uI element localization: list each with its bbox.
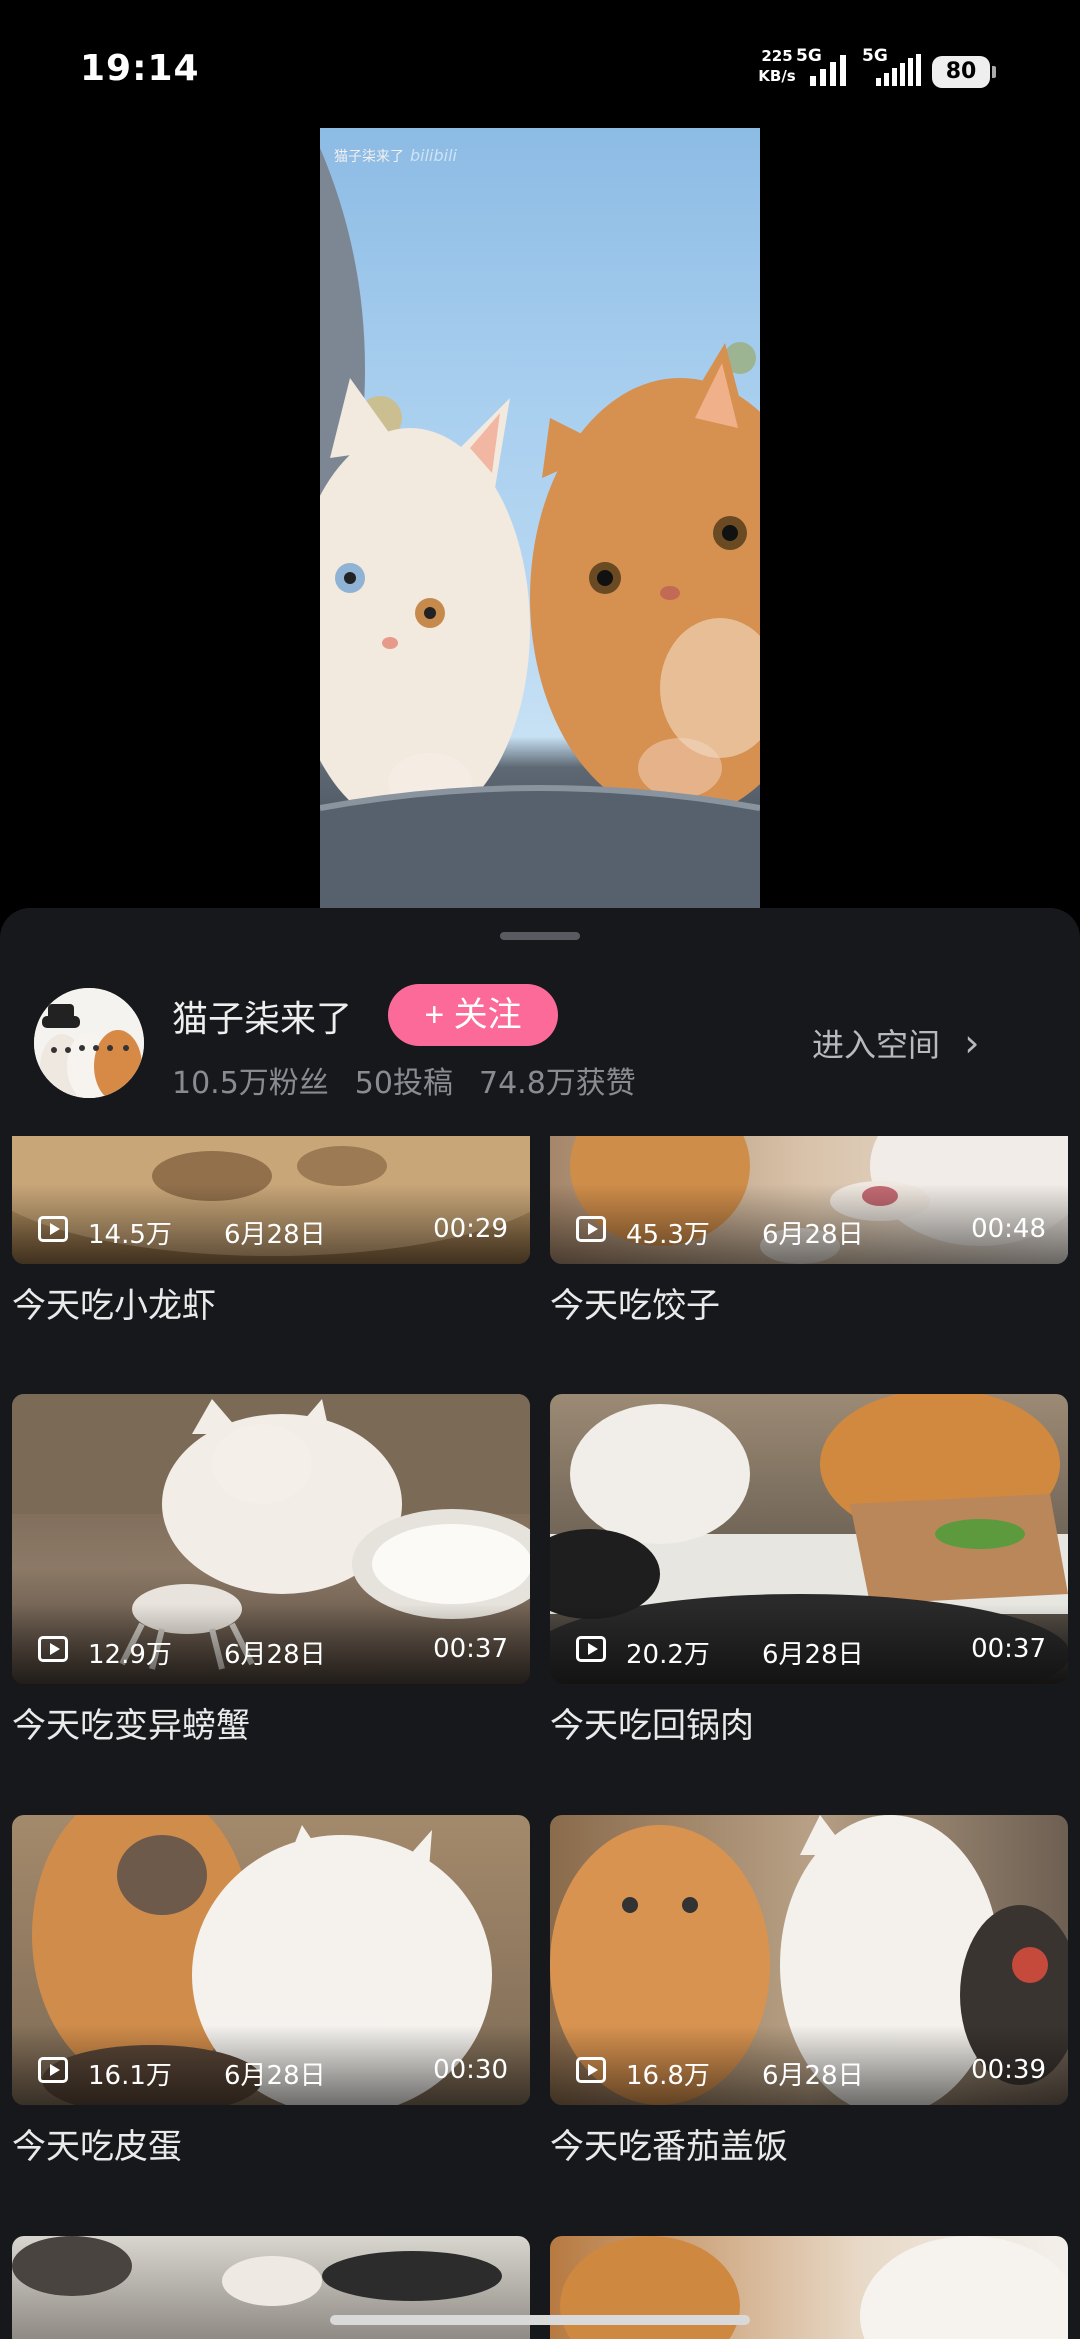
video-thumbnail[interactable]: 16.1万 6月28日 00:30 [12, 1815, 530, 2105]
avatar-cats-icon [34, 988, 144, 1098]
status-bar: 19:14 225 KB/s 5G 5G 80 [0, 0, 1080, 130]
video-card-5[interactable]: 16.1万 6月28日 00:30 今天吃皮蛋 [12, 1815, 530, 2168]
video-title[interactable]: 今天吃小龙虾 [12, 1278, 530, 1327]
video-meta: 45.3万 6月28日 00:48 [576, 1214, 1046, 1250]
video-thumbnail[interactable]: 12.9万 6月28日 00:37 [12, 1394, 530, 1684]
view-count: 16.8万 [626, 2061, 710, 2091]
upload-date: 6月28日 [224, 2061, 326, 2091]
video-title[interactable]: 今天吃番茄盖饭 [550, 2119, 1068, 2168]
view-count: 12.9万 [88, 1640, 172, 1670]
play-count-icon [576, 1216, 606, 1242]
chevron-right-icon: › [964, 1021, 980, 1065]
play-count-icon [576, 1636, 606, 1662]
video-duration: 00:37 [971, 1634, 1046, 1664]
home-indicator[interactable] [330, 2315, 750, 2325]
follow-button[interactable]: + 关注 [388, 984, 558, 1046]
video-player[interactable]: 猫子柒来了 bilibili [320, 128, 760, 908]
play-count-icon [576, 2057, 606, 2083]
video-frame-cats-image [320, 148, 760, 908]
sim2-signal-icon: 5G [862, 46, 932, 90]
sheet-drag-handle[interactable] [500, 932, 580, 940]
video-meta: 14.5万 6月28日 00:29 [38, 1214, 508, 1250]
avatar[interactable] [34, 988, 144, 1098]
upload-date: 6月28日 [762, 2061, 864, 2091]
view-count: 16.1万 [88, 2061, 172, 2091]
upload-date: 6月28日 [762, 1640, 864, 1670]
network-speed-value: 225 [761, 47, 793, 65]
video-duration: 00:37 [433, 1634, 508, 1664]
network-speed: 225 KB/s [752, 46, 802, 86]
sim1-signal-icon: 5G [796, 46, 866, 90]
video-card-4[interactable]: 20.2万 6月28日 00:37 今天吃回锅肉 [550, 1394, 1068, 1747]
enter-space-link[interactable]: 进入空间 › [812, 1020, 979, 1066]
video-duration: 00:39 [971, 2055, 1046, 2085]
video-card-3[interactable]: 12.9万 6月28日 00:37 今天吃变异螃蟹 [12, 1394, 530, 1747]
video-meta: 20.2万 6月28日 00:37 [576, 1634, 1046, 1670]
video-title[interactable]: 今天吃皮蛋 [12, 2119, 530, 2168]
view-count: 45.3万 [626, 1220, 710, 1250]
video-meta: 12.9万 6月28日 00:37 [38, 1634, 508, 1670]
video-card-2[interactable]: 45.3万 6月28日 00:48 今天吃饺子 [550, 1136, 1068, 1327]
video-thumbnail[interactable]: 14.5万 6月28日 00:29 [12, 1136, 530, 1264]
upload-date: 6月28日 [224, 1640, 326, 1670]
network-speed-unit: KB/s [758, 67, 796, 85]
video-meta: 16.1万 6月28日 00:30 [38, 2055, 508, 2091]
likes-count: 74.8万获赞 [478, 1066, 636, 1101]
play-count-icon [38, 2057, 68, 2083]
posts-count: 50投稿 [354, 1066, 453, 1101]
video-title[interactable]: 今天吃回锅肉 [550, 1698, 1068, 1747]
enter-space-label: 进入空间 [812, 1026, 941, 1064]
video-duration: 00:30 [433, 2055, 508, 2085]
video-thumbnail[interactable]: 20.2万 6月28日 00:37 [550, 1394, 1068, 1684]
video-card-6[interactable]: 16.8万 6月28日 00:39 今天吃番茄盖饭 [550, 1815, 1068, 2168]
video-duration: 00:29 [433, 1214, 508, 1244]
uploader-stats: 10.5万粉丝 50投稿 74.8万获赞 [172, 1058, 662, 1102]
video-title[interactable]: 今天吃饺子 [550, 1278, 1068, 1327]
video-thumbnail[interactable]: 45.3万 6月28日 00:48 [550, 1136, 1068, 1264]
play-count-icon [38, 1636, 68, 1662]
battery-icon: 80 [932, 56, 996, 88]
status-time: 19:14 [80, 48, 200, 89]
video-card-1[interactable]: 14.5万 6月28日 00:29 今天吃小龙虾 [12, 1136, 530, 1327]
upload-date: 6月28日 [224, 1220, 326, 1250]
uploader-name[interactable]: 猫子柒来了 [172, 990, 352, 1042]
video-meta: 16.8万 6月28日 00:39 [576, 2055, 1046, 2091]
video-thumbnail[interactable]: 16.8万 6月28日 00:39 [550, 1815, 1068, 2105]
play-count-icon [38, 1216, 68, 1242]
video-duration: 00:48 [971, 1214, 1046, 1244]
upload-date: 6月28日 [762, 1220, 864, 1250]
video-title[interactable]: 今天吃变异螃蟹 [12, 1698, 530, 1747]
view-count: 14.5万 [88, 1220, 172, 1250]
view-count: 20.2万 [626, 1640, 710, 1670]
fans-count: 10.5万粉丝 [172, 1066, 329, 1101]
